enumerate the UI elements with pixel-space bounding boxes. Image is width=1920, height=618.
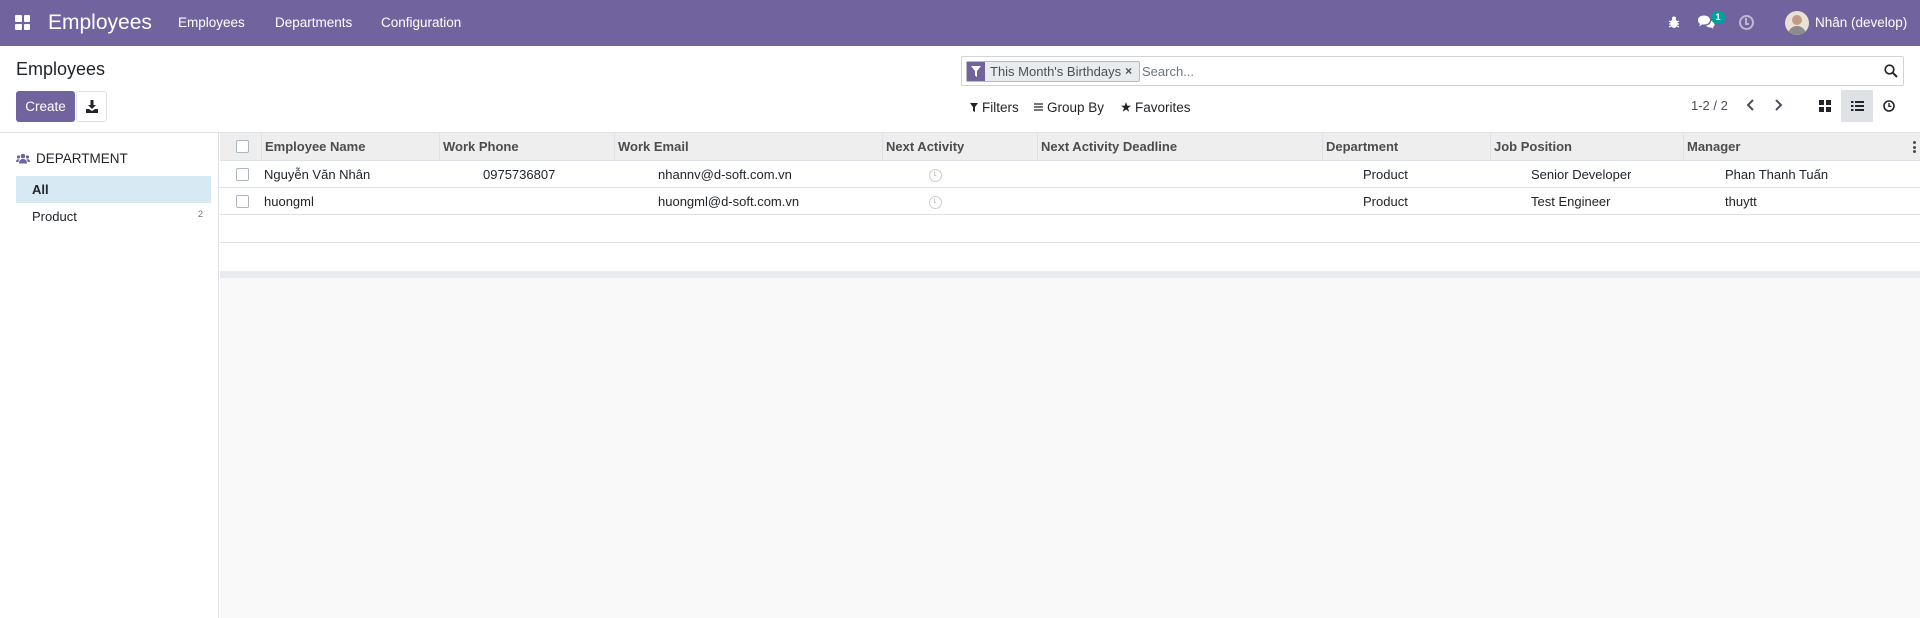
sidebar-header: DEPARTMENT <box>16 151 128 166</box>
filter-icon <box>970 102 978 112</box>
row-checkbox[interactable] <box>236 195 249 208</box>
menu-departments[interactable]: Departments <box>275 15 352 30</box>
sidebar-item-count: 2 <box>197 209 203 219</box>
create-button[interactable]: Create <box>16 91 75 122</box>
facet-label: This Month's Birthdays <box>990 64 1122 79</box>
list-view-button[interactable] <box>1841 90 1873 122</box>
cell-department: Product <box>1363 194 1408 209</box>
column-header-department[interactable]: Department <box>1322 133 1490 160</box>
menu-configuration[interactable]: Configuration <box>381 15 461 30</box>
pager-previous-icon[interactable] <box>1743 97 1759 113</box>
cell-name: huongml <box>264 194 314 209</box>
users-icon <box>16 153 30 164</box>
bug-icon[interactable] <box>1668 16 1680 29</box>
search-facet: This Month's Birthdays × <box>966 61 1141 82</box>
pager-value[interactable]: 1-2 / 2 <box>1691 98 1728 113</box>
page-title: Employees <box>16 59 106 79</box>
favorites-button[interactable]: Favorites <box>1121 95 1191 119</box>
column-header-email[interactable]: Work Email <box>614 133 882 160</box>
table-footer <box>220 271 1920 278</box>
column-header-job-position[interactable]: Job Position <box>1490 133 1683 160</box>
list-icon <box>1851 101 1864 111</box>
cell-department: Product <box>1363 167 1408 182</box>
cell-manager: Phan Thanh Tuấn <box>1725 167 1829 182</box>
column-header-deadline[interactable]: Next Activity Deadline <box>1037 133 1322 160</box>
list-view: Employee Name Work Phone Work Email Next… <box>220 133 1920 618</box>
sidebar-item-all[interactable]: All <box>16 176 211 203</box>
empty-row <box>220 215 1920 243</box>
department-sidebar: DEPARTMENT All Product 2 <box>0 133 219 618</box>
cell-phone: 0975736807 <box>483 167 556 182</box>
kanban-icon <box>1819 100 1831 112</box>
chat-badge: 1 <box>1711 11 1725 24</box>
search-input[interactable] <box>1142 62 1842 81</box>
column-header-phone[interactable]: Work Phone <box>439 133 614 160</box>
app-brand[interactable]: Employees <box>48 11 152 35</box>
optional-columns-icon[interactable] <box>1913 141 1916 155</box>
row-checkbox[interactable] <box>236 168 249 181</box>
column-header-name[interactable]: Employee Name <box>261 133 439 160</box>
pager-next-icon[interactable] <box>1770 97 1786 113</box>
export-button[interactable] <box>76 91 107 122</box>
filters-button[interactable]: Filters <box>970 95 1019 119</box>
table-header: Employee Name Work Phone Work Email Next… <box>220 133 1920 161</box>
facet-remove-icon[interactable]: × <box>1125 62 1139 81</box>
activity-view-button[interactable] <box>1873 90 1905 122</box>
employee-table: Employee Name Work Phone Work Email Next… <box>220 133 1920 278</box>
column-header-next-activity[interactable]: Next Activity <box>882 133 1037 160</box>
search-bar: This Month's Birthdays × <box>961 56 1904 86</box>
menu-employees[interactable]: Employees <box>178 15 245 30</box>
kanban-view-button[interactable] <box>1809 90 1841 122</box>
cell-email: huongml@d-soft.com.vn <box>658 194 800 209</box>
next-activity-icon[interactable] <box>929 196 942 209</box>
table-row[interactable]: huongml huongml@d-soft.com.vn Product Te… <box>220 188 1920 215</box>
groupby-icon <box>1034 103 1043 111</box>
sidebar-header-label: DEPARTMENT <box>36 151 128 166</box>
user-menu[interactable]: Nhân (develop) <box>1815 15 1907 30</box>
cell-name: Nguyễn Văn Nhân <box>264 167 371 182</box>
top-navbar: Employees Employees Departments Configur… <box>0 0 1920 46</box>
next-activity-icon[interactable] <box>929 169 942 182</box>
select-all-checkbox[interactable] <box>236 140 249 153</box>
filter-facet-icon <box>967 62 985 81</box>
search-icon[interactable] <box>1884 64 1898 78</box>
download-icon <box>86 100 98 113</box>
cell-job-position: Test Engineer <box>1531 194 1611 209</box>
activity-clock-icon[interactable] <box>1739 15 1754 30</box>
groupby-label: Group By <box>1047 99 1105 115</box>
avatar[interactable] <box>1785 11 1809 35</box>
apps-menu-icon[interactable] <box>15 15 31 31</box>
sidebar-item-label: Product <box>32 209 77 224</box>
favorites-label: Favorites <box>1135 99 1191 115</box>
empty-row <box>220 243 1920 271</box>
sidebar-item-label: All <box>32 182 49 197</box>
cell-job-position: Senior Developer <box>1531 167 1632 182</box>
column-header-manager[interactable]: Manager <box>1683 133 1903 160</box>
groupby-button[interactable]: Group By <box>1034 95 1104 119</box>
star-icon <box>1121 102 1131 112</box>
cell-manager: thuytt <box>1725 194 1757 209</box>
cell-email: nhannv@d-soft.com.vn <box>658 167 792 182</box>
sidebar-item-product[interactable]: Product 2 <box>16 203 211 230</box>
filters-label: Filters <box>982 99 1019 115</box>
clock-icon <box>1883 100 1895 112</box>
table-row[interactable]: Nguyễn Văn Nhân 0975736807 nhannv@d-soft… <box>220 161 1920 188</box>
